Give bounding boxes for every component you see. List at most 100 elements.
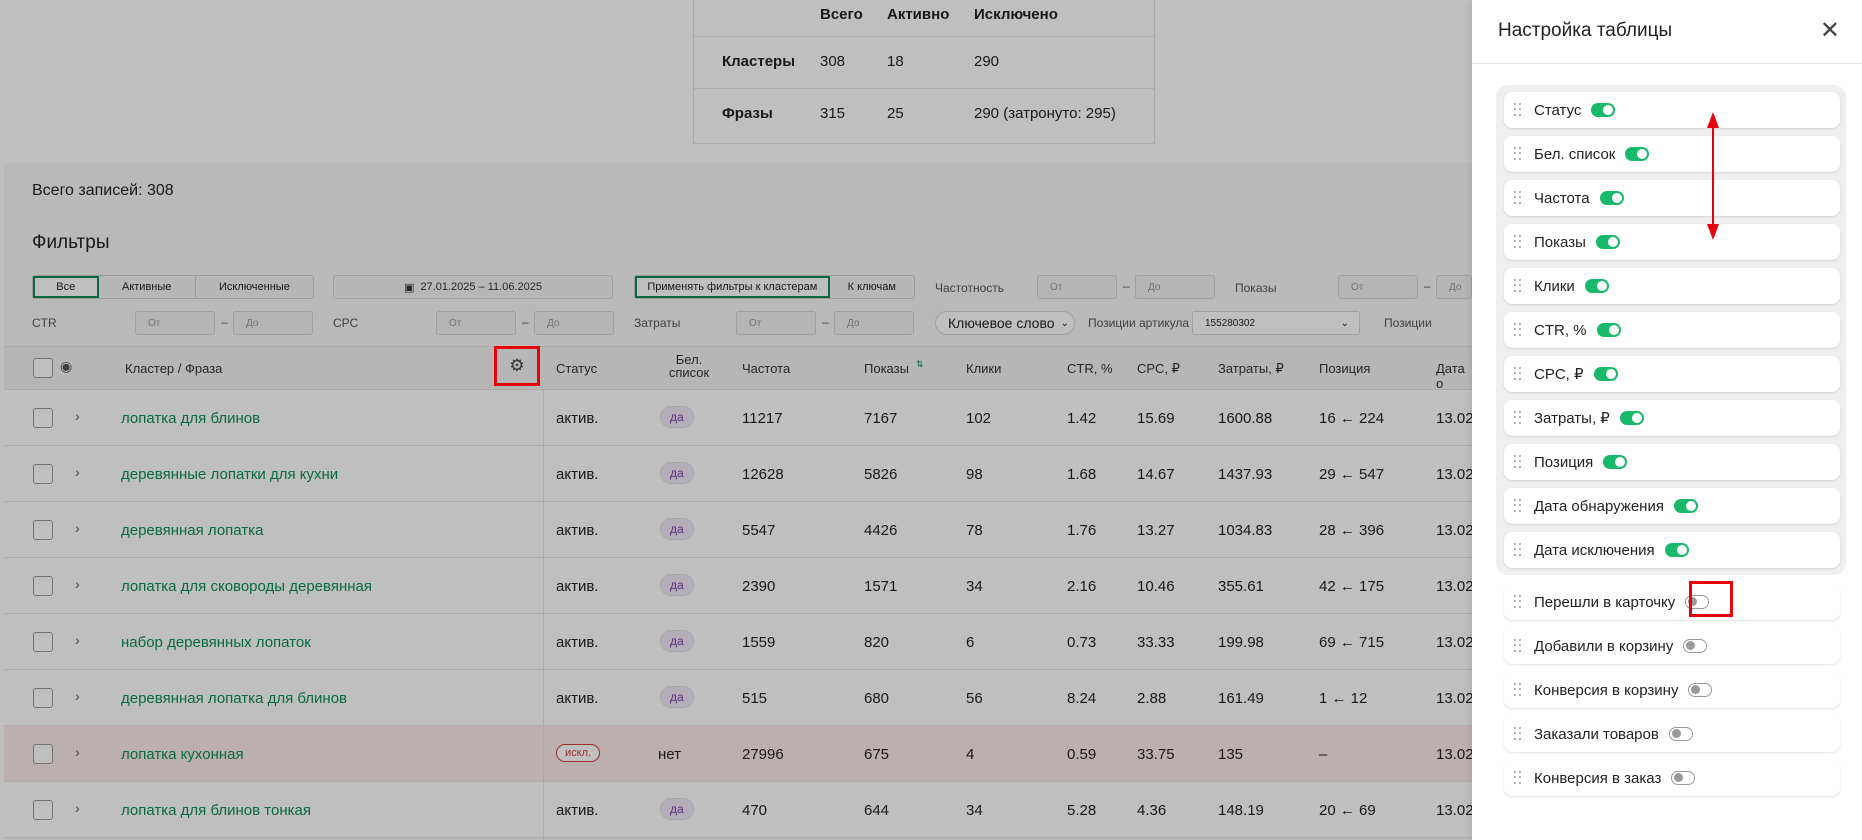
table-row[interactable]: › набор деревянных лопаток 1559 820 6 0.73 33.…	[4, 614, 1472, 670]
column-toggle-item[interactable]: CPC, ₽	[1504, 356, 1840, 392]
table-row[interactable]: › лопатка для блинов тонкая 470 644 34 5.28 4.…	[4, 782, 1472, 838]
chevron-right-icon[interactable]: ›	[75, 688, 80, 704]
cell-name[interactable]: набор деревянных лопаток	[121, 634, 311, 651]
header-date[interactable]: Дата о	[1436, 361, 1472, 391]
column-toggle-item[interactable]: Конверсия в заказ	[1504, 760, 1840, 796]
sort-icon[interactable]: ⇅	[916, 359, 924, 370]
whitelist-badge[interactable]: да	[660, 518, 694, 540]
row-checkbox[interactable]	[33, 576, 53, 596]
drag-handle-icon[interactable]	[1514, 103, 1522, 117]
column-toggle-item[interactable]: Клики	[1504, 268, 1840, 304]
row-checkbox[interactable]	[33, 688, 53, 708]
toggle-switch[interactable]	[1688, 683, 1713, 697]
column-toggle-item[interactable]: CTR, %	[1504, 312, 1840, 348]
select-all-checkbox[interactable]	[33, 358, 53, 378]
row-checkbox[interactable]	[33, 744, 53, 764]
whitelist-badge[interactable]: да	[660, 462, 694, 484]
whitelist-badge[interactable]: да	[660, 686, 694, 708]
column-toggle-item[interactable]: Показы	[1504, 224, 1840, 260]
ctr-to-input[interactable]: До	[233, 311, 313, 335]
drag-handle-icon[interactable]	[1514, 455, 1522, 469]
header-ctr[interactable]: CTR, %	[1067, 361, 1113, 376]
column-toggle-item[interactable]: Затраты, ₽	[1504, 400, 1840, 436]
whitelist-badge[interactable]: да	[660, 574, 694, 596]
column-toggle-item[interactable]: Заказали товаров	[1504, 716, 1840, 752]
toggle-switch[interactable]	[1671, 771, 1696, 785]
whitelist-badge[interactable]: да	[660, 798, 694, 820]
column-toggle-item[interactable]: Конверсия в корзину	[1504, 672, 1840, 708]
column-toggle-item[interactable]: Добавили в корзину	[1504, 628, 1840, 664]
drag-handle-icon[interactable]	[1514, 639, 1522, 653]
frequency-to-input[interactable]: До	[1135, 275, 1215, 299]
drag-handle-icon[interactable]	[1514, 279, 1522, 293]
cell-name[interactable]: лопатка для блинов	[121, 410, 260, 427]
shows-from-input[interactable]: От	[1338, 275, 1418, 299]
chevron-right-icon[interactable]: ›	[75, 576, 80, 592]
header-cpc[interactable]: CPC, ₽	[1137, 361, 1180, 377]
cell-name[interactable]: деревянная лопатка для блинов	[121, 690, 347, 707]
drag-handle-icon[interactable]	[1514, 771, 1522, 785]
drag-handle-icon[interactable]	[1514, 235, 1522, 249]
drag-handle-icon[interactable]	[1514, 147, 1522, 161]
chevron-right-icon[interactable]: ›	[75, 464, 80, 480]
chevron-right-icon[interactable]: ›	[75, 520, 80, 536]
frequency-from-input[interactable]: От	[1037, 275, 1117, 299]
toggle-switch[interactable]	[1619, 411, 1644, 425]
cell-name[interactable]: деревянная лопатка	[121, 522, 263, 539]
row-checkbox[interactable]	[33, 520, 53, 540]
table-row[interactable]: › деревянная лопатка 5547 4426 78 1.76 13.27 10…	[4, 502, 1472, 558]
toggle-switch[interactable]	[1683, 639, 1708, 653]
article-select[interactable]: 155280302 ⌄	[1192, 311, 1360, 335]
cell-name[interactable]: лопатка для сковороды деревянная	[121, 578, 372, 595]
date-range-picker[interactable]: ▣ 27.01.2025 – 11.06.2025	[333, 275, 613, 299]
filter-all-button[interactable]: Все	[33, 276, 99, 298]
row-checkbox[interactable]	[33, 464, 53, 484]
row-checkbox[interactable]	[33, 632, 53, 652]
toggle-switch[interactable]	[1664, 543, 1689, 557]
column-toggle-item[interactable]: Статус	[1504, 92, 1840, 128]
toggle-switch[interactable]	[1596, 323, 1621, 337]
apply-to-keys-button[interactable]: К ключам	[830, 276, 914, 298]
toggle-switch[interactable]	[1584, 279, 1609, 293]
toggle-switch[interactable]	[1599, 191, 1624, 205]
header-costs[interactable]: Затраты, ₽	[1218, 361, 1284, 377]
column-toggle-item[interactable]: Позиция	[1504, 444, 1840, 480]
eye-icon[interactable]: ◉	[60, 358, 72, 375]
table-row[interactable]: › лопатка для сковороды деревянная 2390 157…	[4, 558, 1472, 614]
drag-handle-icon[interactable]	[1514, 683, 1522, 697]
table-row[interactable]: › лопатка кухонная 27996 675 4 0.59 33.75 135 – 1…	[4, 726, 1472, 782]
header-clicks[interactable]: Клики	[966, 361, 1001, 376]
header-cluster[interactable]: Кластер / Фраза	[125, 361, 222, 376]
header-whitelist[interactable]: Бел. список	[664, 353, 714, 379]
close-icon[interactable]: ✕	[1820, 16, 1840, 45]
whitelist-badge[interactable]: да	[660, 630, 694, 652]
header-frequency[interactable]: Частота	[742, 361, 790, 376]
header-position[interactable]: Позиция	[1319, 361, 1370, 376]
column-toggle-item[interactable]: Бел. список	[1504, 136, 1840, 172]
drag-handle-icon[interactable]	[1514, 411, 1522, 425]
chevron-right-icon[interactable]: ›	[75, 408, 80, 424]
toggle-switch[interactable]	[1668, 727, 1693, 741]
costs-from-input[interactable]: От	[736, 311, 816, 335]
table-row[interactable]: › деревянные лопатки для кухни 12628 5826 98…	[4, 446, 1472, 502]
cell-name[interactable]: лопатка кухонная	[121, 746, 244, 763]
chevron-right-icon[interactable]: ›	[75, 632, 80, 648]
keyword-select[interactable]: Ключевое слово ⌄	[935, 311, 1075, 335]
drag-handle-icon[interactable]	[1514, 323, 1522, 337]
toggle-switch[interactable]	[1625, 147, 1650, 161]
drag-handle-icon[interactable]	[1514, 499, 1522, 513]
filter-excluded-button[interactable]: Исключенные	[196, 276, 313, 298]
cell-name[interactable]: деревянные лопатки для кухни	[121, 466, 338, 483]
toggle-switch[interactable]	[1603, 455, 1628, 469]
toggle-switch[interactable]	[1591, 103, 1616, 117]
column-toggle-item[interactable]: Дата обнаружения	[1504, 488, 1840, 524]
ctr-from-input[interactable]: От	[135, 311, 215, 335]
header-status[interactable]: Статус	[556, 361, 597, 376]
costs-to-input[interactable]: До	[834, 311, 914, 335]
header-shows[interactable]: Показы	[864, 361, 909, 376]
apply-to-clusters-button[interactable]: Применять фильтры к кластерам	[635, 276, 830, 298]
drag-handle-icon[interactable]	[1514, 543, 1522, 557]
table-settings-button[interactable]: ⚙	[494, 346, 540, 386]
toggle-switch[interactable]	[1673, 499, 1698, 513]
table-row[interactable]: › деревянная лопатка для блинов 515 680 56 8.…	[4, 670, 1472, 726]
